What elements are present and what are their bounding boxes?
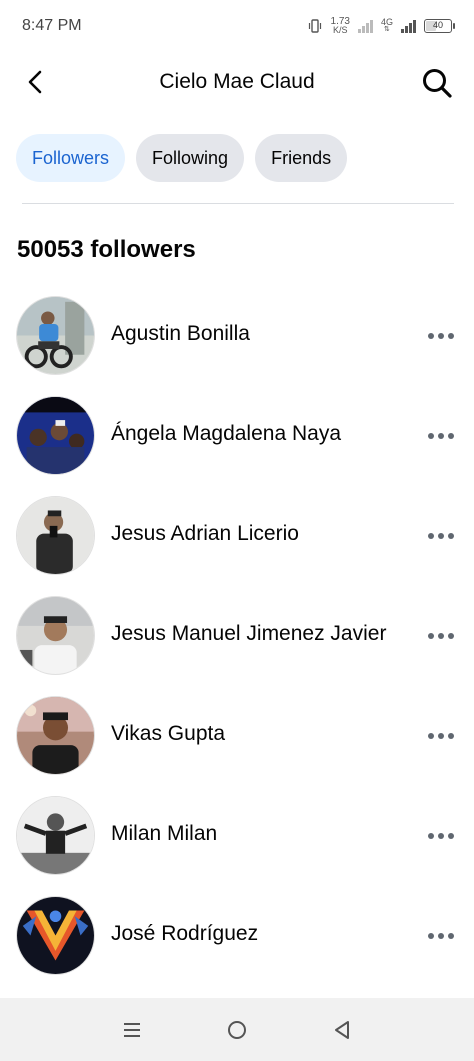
avatar-image — [17, 597, 94, 674]
more-icon — [428, 633, 434, 639]
network-type: 4G ⇅ — [380, 17, 393, 34]
battery-level: 40 — [432, 20, 443, 30]
header: Cielo Mae Claud — [0, 52, 474, 112]
more-icon — [428, 833, 434, 839]
recent-apps-button[interactable] — [112, 1010, 152, 1050]
system-nav-bar — [0, 998, 474, 1061]
status-icons: 1.73 K/S 4G ⇅ 40 — [307, 17, 455, 35]
tab-friends[interactable]: Friends — [255, 134, 348, 182]
search-icon — [423, 69, 452, 98]
menu-icon — [124, 1022, 141, 1037]
status-bar: 8:47 PM 1.73 K/S 4G ⇅ 40 — [0, 0, 474, 52]
network-type-label: 4G — [380, 17, 393, 27]
more-options-button[interactable] — [426, 524, 456, 548]
avatar-image — [17, 697, 94, 774]
system-back-button[interactable] — [322, 1010, 362, 1050]
list-item[interactable]: Jesus Adrian Licerio — [0, 494, 474, 594]
speed-unit: K/S — [332, 25, 348, 35]
tab-following[interactable]: Following — [136, 134, 245, 182]
follower-name[interactable]: Milan Milan — [111, 822, 217, 846]
follower-name[interactable]: José Rodríguez — [111, 922, 258, 946]
more-options-button[interactable] — [426, 624, 456, 648]
avatar[interactable] — [16, 896, 95, 975]
status-time: 8:47 PM — [22, 17, 82, 34]
list-item[interactable]: José Rodríguez — [0, 894, 474, 994]
more-icon — [428, 533, 434, 539]
avatar[interactable] — [16, 596, 95, 675]
followers-list: Agustin Bonilla Ángela Magdalena Naya Je… — [0, 294, 474, 994]
avatar-image — [17, 397, 94, 474]
more-options-button[interactable] — [426, 424, 456, 448]
list-item[interactable]: Jesus Manuel Jimenez Javier — [0, 594, 474, 694]
avatar-image — [17, 297, 94, 374]
list-item[interactable]: Vikas Gupta — [0, 694, 474, 794]
avatar[interactable] — [16, 796, 95, 875]
back-button[interactable] — [22, 68, 50, 96]
follower-name[interactable]: Jesus Adrian Licerio — [111, 522, 299, 546]
avatar-image — [17, 797, 94, 874]
more-icon — [428, 933, 434, 939]
avatar[interactable] — [16, 396, 95, 475]
filter-tabs: Followers Following Friends — [16, 134, 348, 182]
list-item[interactable]: Milan Milan — [0, 794, 474, 894]
follower-name[interactable]: Vikas Gupta — [111, 722, 225, 746]
follower-name[interactable]: Jesus Manuel Jimenez Javier — [111, 622, 386, 646]
more-options-button[interactable] — [426, 924, 456, 948]
avatar[interactable] — [16, 696, 95, 775]
more-options-button[interactable] — [426, 724, 456, 748]
home-button[interactable] — [217, 1010, 257, 1050]
chevron-left-icon — [28, 70, 42, 94]
more-options-button[interactable] — [426, 324, 456, 348]
follower-name[interactable]: Agustin Bonilla — [111, 322, 250, 346]
signal-weak-icon — [357, 19, 373, 33]
followers-screen: 8:47 PM 1.73 K/S 4G ⇅ 40 Cielo Mae Claud… — [0, 0, 474, 1061]
list-item[interactable]: Ángela Magdalena Naya — [0, 394, 474, 494]
follower-name[interactable]: Ángela Magdalena Naya — [111, 422, 341, 446]
tab-followers[interactable]: Followers — [16, 134, 126, 182]
more-icon — [428, 733, 434, 739]
followers-count: 50053 followers — [17, 236, 196, 263]
more-options-button[interactable] — [426, 824, 456, 848]
battery-icon: 40 — [424, 19, 455, 33]
more-icon — [428, 433, 434, 439]
avatar[interactable] — [16, 496, 95, 575]
back-triangle-icon — [334, 1020, 349, 1039]
avatar-image — [17, 497, 94, 574]
search-button[interactable] — [420, 66, 454, 100]
list-item[interactable]: Agustin Bonilla — [0, 294, 474, 394]
network-speed: 1.73 K/S — [331, 17, 350, 35]
avatar-image — [17, 897, 94, 974]
vibrate-icon — [308, 19, 321, 33]
more-icon — [428, 333, 434, 339]
avatar[interactable] — [16, 296, 95, 375]
page-title: Cielo Mae Claud — [159, 70, 315, 93]
divider — [22, 203, 454, 204]
home-circle-icon — [227, 1020, 246, 1039]
signal-strong-icon — [401, 19, 416, 33]
